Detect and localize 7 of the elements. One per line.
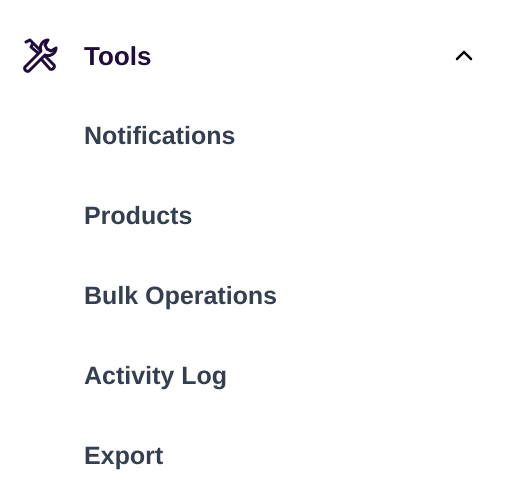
menu-item[interactable]: Activity Log	[84, 362, 228, 390]
menu-item[interactable]: Export	[84, 442, 164, 470]
menu-item[interactable]: Bulk Operations	[84, 282, 278, 310]
section-header[interactable]: Tools	[0, 16, 516, 96]
wrench-screwdriver-icon	[20, 36, 60, 76]
menu-item[interactable]: Notifications	[84, 122, 236, 150]
menu-item[interactable]: Products	[84, 202, 192, 230]
